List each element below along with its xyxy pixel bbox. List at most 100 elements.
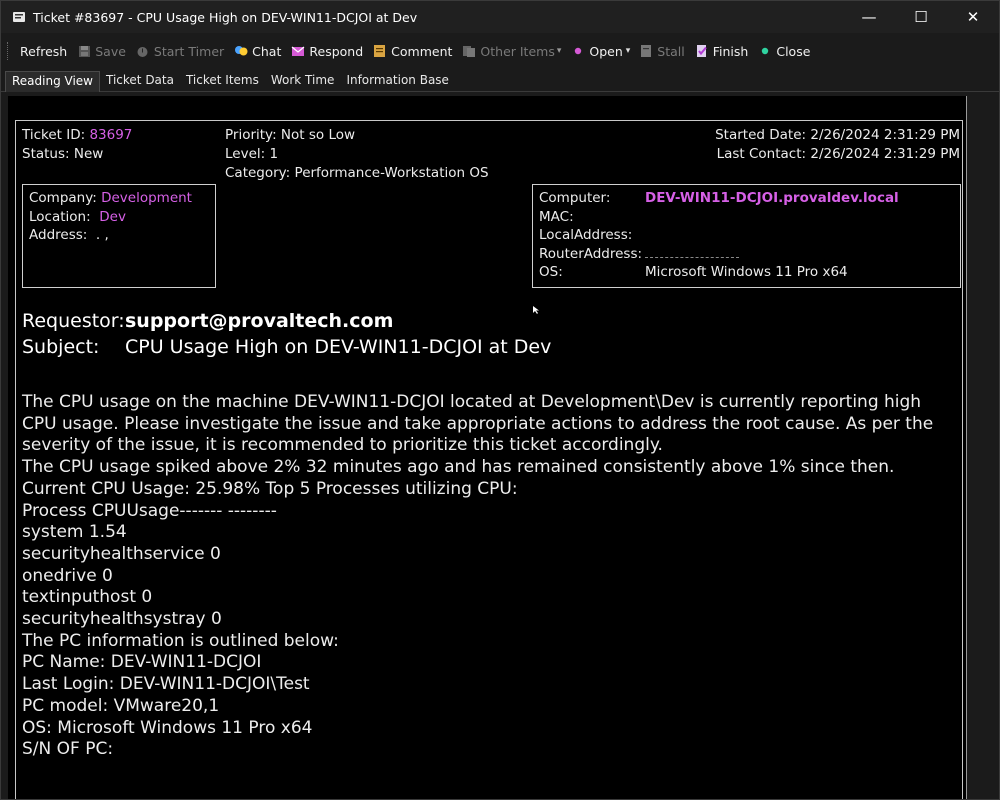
refresh-button[interactable]: Refresh: [15, 39, 72, 63]
minimize-icon: —: [861, 8, 877, 26]
status-value: New: [73, 146, 104, 162]
save-button[interactable]: Save: [72, 39, 131, 63]
ticket-window: Ticket #83697 - CPU Usage High on DEV-WI…: [0, 0, 1000, 800]
toolbar: Refresh Save Start Timer Chat Respond Co…: [1, 33, 999, 69]
priority-block: Priority: Not so Low Level: 1 Category: …: [225, 126, 489, 183]
body-line: Current CPU Usage: 25.98% Top 5 Processe…: [22, 478, 518, 499]
other-items-label: Other Items: [480, 43, 555, 59]
location-label: Location:: [29, 208, 91, 225]
os-label: OS:: [539, 264, 563, 280]
company-value: Development: [101, 190, 192, 206]
close-window-button[interactable]: ✕: [947, 1, 999, 33]
priority-value: Not so Low: [280, 127, 356, 143]
body-line: The PC information is outlined below:: [22, 630, 339, 651]
category-label: Category:: [225, 165, 291, 181]
started-date-value: 2/26/2024 2:31:29 PM: [810, 127, 960, 143]
open-label: Open: [589, 43, 623, 59]
computer-info-box: Computer: DEV-WIN11-DCJOI.provaldev.local…: [532, 184, 961, 288]
requestor-value: support@provaltech.com: [125, 310, 394, 332]
finish-label: Finish: [712, 43, 749, 59]
finish-icon: [695, 44, 709, 58]
company-label: Company:: [29, 190, 97, 206]
finish-button[interactable]: Finish: [690, 39, 754, 63]
refresh-label: Refresh: [20, 43, 68, 59]
subject-label: Subject:: [22, 336, 100, 358]
subject-value: CPU Usage High on DEV-WIN11-DCJOI at Dev: [125, 336, 552, 358]
local-address-label: LocalAddress:: [539, 227, 633, 243]
priority-label: Priority:: [225, 127, 277, 143]
maximize-icon: ☐: [914, 8, 928, 26]
router-address-value: [645, 245, 739, 258]
dates-block: Started Date: 2/26/2024 2:31:29 PM Last …: [715, 126, 960, 164]
other-items-button[interactable]: Other Items ▾: [457, 39, 566, 63]
address-value: . ,: [95, 227, 109, 243]
open-status-icon: [571, 44, 585, 58]
start-timer-button[interactable]: Start Timer: [131, 39, 229, 63]
start-timer-label: Start Timer: [153, 43, 225, 59]
timer-icon: [136, 44, 150, 58]
respond-button[interactable]: Respond: [286, 39, 368, 63]
maximize-button[interactable]: ☐: [895, 1, 947, 33]
close-ticket-label: Close: [776, 43, 811, 59]
save-label: Save: [95, 43, 126, 59]
body-line: textinputhost 0: [22, 587, 153, 608]
level-value: 1: [269, 146, 279, 162]
stall-button[interactable]: Stall: [634, 39, 689, 63]
body-paragraph: The CPU usage on the machine DEV-WIN11-D…: [22, 392, 934, 456]
tab-reading-view[interactable]: Reading View: [5, 71, 100, 92]
mouse-cursor-icon: [533, 299, 539, 314]
respond-icon: [291, 44, 305, 58]
chevron-down-icon: ▾: [556, 46, 562, 56]
body-line: system 1.54: [22, 522, 127, 543]
last-contact-value: 2/26/2024 2:31:29 PM: [810, 146, 960, 162]
tab-ticket-data[interactable]: Ticket Data: [100, 70, 180, 91]
minimize-button[interactable]: —: [843, 1, 895, 33]
location-value: Dev: [99, 208, 126, 225]
body-line: securityhealthservice 0: [22, 543, 221, 564]
requestor-block: Requestor:support@provaltech.com Subject…: [22, 308, 551, 360]
computer-value[interactable]: DEV-WIN11-DCJOI.provaldev.local: [645, 189, 899, 208]
tab-work-time[interactable]: Work Time: [265, 70, 341, 91]
toolbar-grip: [7, 42, 12, 60]
router-address-label: RouterAddress:: [539, 245, 643, 262]
comment-button[interactable]: Comment: [368, 39, 457, 63]
open-dropdown-chevron-icon[interactable]: ▾: [626, 46, 631, 56]
requestor-label: Requestor:: [22, 310, 125, 332]
close-ticket-button[interactable]: Close: [753, 39, 815, 63]
open-button[interactable]: Open: [566, 39, 627, 63]
tab-strip: Reading View Ticket Data Ticket Items Wo…: [1, 69, 999, 92]
stall-icon: [639, 44, 653, 58]
reading-view-pane[interactable]: Ticket ID: 83697 Status: New Priority: N…: [8, 96, 967, 799]
tab-information-base[interactable]: Information Base: [340, 70, 455, 91]
save-icon: [77, 44, 91, 58]
body-line: Last Login: DEV-WIN11-DCJOI\Test: [22, 674, 310, 695]
address-label: Address:: [29, 227, 88, 243]
comment-icon: [373, 44, 387, 58]
body-line: Process CPUUsage------- --------: [22, 500, 277, 521]
stall-label: Stall: [657, 43, 685, 59]
chat-icon: [234, 44, 248, 58]
ticket-id-label: Ticket ID:: [22, 127, 86, 143]
ticket-id-block: Ticket ID: 83697 Status: New: [22, 126, 132, 164]
computer-label: Computer:: [539, 190, 611, 206]
respond-label: Respond: [309, 43, 364, 59]
ticket-body: The CPU usage on the machine DEV-WIN11-D…: [22, 392, 957, 761]
started-date-label: Started Date:: [715, 127, 807, 143]
other-items-icon: [462, 44, 476, 58]
chat-button[interactable]: Chat: [229, 39, 286, 63]
status-label: Status:: [22, 146, 70, 162]
tab-ticket-items[interactable]: Ticket Items: [180, 70, 265, 91]
mac-label: MAC:: [539, 208, 574, 225]
body-line: PC model: VMware20,1: [22, 695, 220, 716]
title-bar: Ticket #83697 - CPU Usage High on DEV-WI…: [1, 1, 999, 33]
close-icon: ✕: [966, 8, 980, 26]
ticket-id-value: 83697: [89, 127, 133, 143]
body-line: PC Name: DEV-WIN11-DCJOI: [22, 652, 262, 673]
os-value: Microsoft Windows 11 Pro x64: [645, 264, 848, 280]
window-title: Ticket #83697 - CPU Usage High on DEV-WI…: [33, 9, 418, 25]
body-line: onedrive 0: [22, 565, 113, 586]
company-info-box: Company: Development Location: Dev Addre…: [22, 184, 216, 288]
body-line: The CPU usage spiked above 2% 32 minutes…: [22, 457, 895, 478]
chat-label: Chat: [252, 43, 282, 59]
body-line: S/N OF PC:: [22, 739, 114, 760]
